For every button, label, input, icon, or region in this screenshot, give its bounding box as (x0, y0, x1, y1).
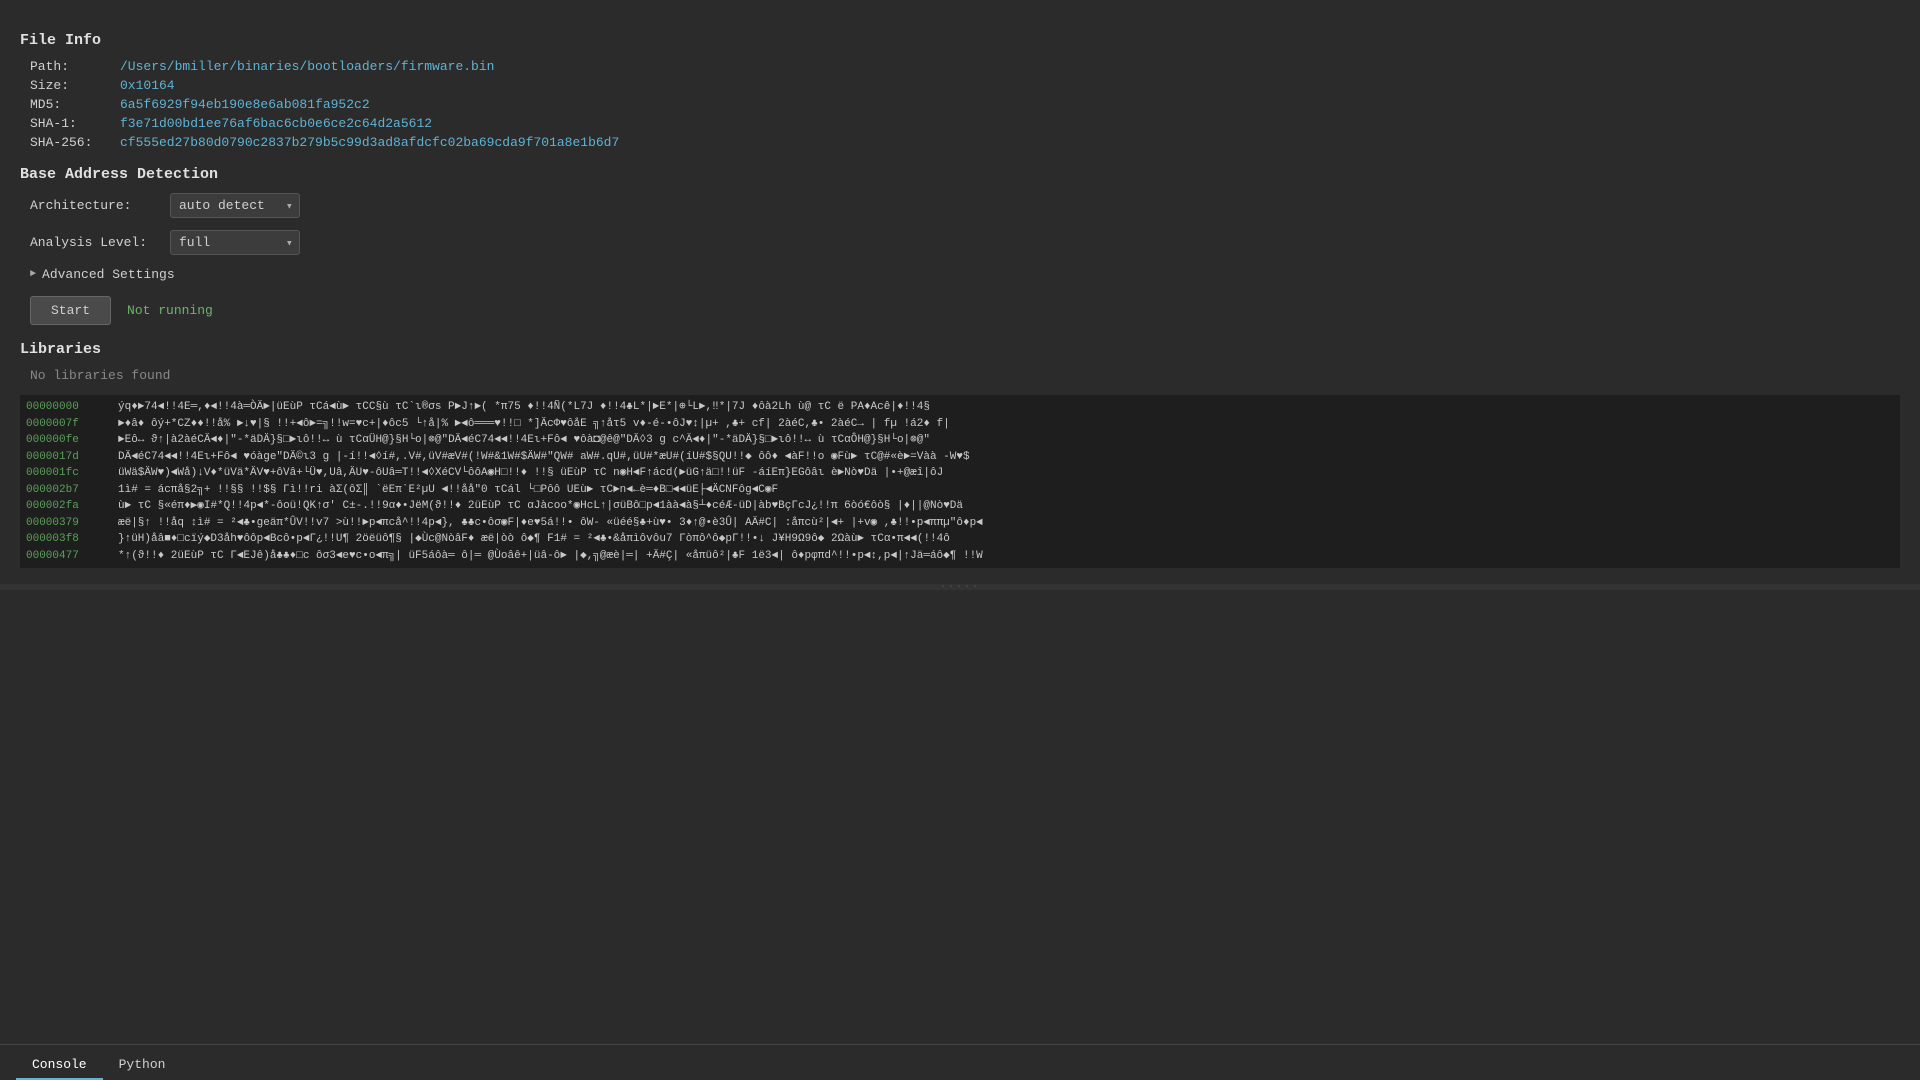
hex-address: 000003f8 (26, 531, 106, 548)
hex-content: DÄ◄éC74◄◄!!4Eι+Fô◄ ♥óàge"DÄ©ι3 g |-í!!◄◊… (118, 449, 970, 466)
size-label: Size: (30, 78, 120, 93)
hex-row: 00000000 ýq♦►74◄!!4E═,♦◄!!4à═ÒÄ►|üEùP τCá… (26, 399, 1894, 416)
path-value: /Users/bmiller/binaries/bootloaders/firm… (120, 59, 494, 74)
bottom-tabs: Console Python (0, 1044, 1920, 1080)
base-address-section: Base Address Detection Architecture: aut… (20, 166, 1900, 325)
hex-content: ýq♦►74◄!!4E═,♦◄!!4à═ÒÄ►|üEùP τCá◄ù► τCC§… (118, 399, 930, 416)
start-button[interactable]: Start (30, 296, 111, 325)
not-running-status: Not running (127, 303, 213, 318)
sha256-row: SHA-256: cf555ed27b80d0790c2837b279b5c99… (30, 135, 1900, 150)
tab-python[interactable]: Python (103, 1051, 182, 1080)
md5-label: MD5: (30, 97, 120, 112)
path-row: Path: /Users/bmiller/binaries/bootloader… (30, 59, 1900, 74)
file-info-title: File Info (20, 32, 1900, 49)
hex-content: üWä$ÄW♥)◄Wå)↓V♦*üVä*ÄV♥+ôVâ+└Ü♥,Uâ,ÄU♥-ô… (118, 465, 943, 482)
hex-address: 00000477 (26, 548, 106, 565)
hex-row: 000000fe ►Eô↔ ϑ↑|à2àéCÄ◄♦|″-*äDÄ}§□►ιô!!↔… (26, 432, 1894, 449)
hex-content: æë|§↑ !!åq ↕ì# = ²◄♣•geäπ*ÛV!!v7 >ù!!►p◄… (118, 515, 983, 532)
tab-console[interactable]: Console (16, 1051, 103, 1080)
size-row: Size: 0x10164 (30, 78, 1900, 93)
hex-content: *↑(ϑ!!♦ 2üEùP τC Γ◄EJê)å♣♣♦□c ôσ3◄e♥c•ο◄… (118, 548, 983, 565)
no-libraries-text: No libraries found (30, 368, 1900, 383)
sha256-value: cf555ed27b80d0790c2837b279b5c99d3ad8afdc… (120, 135, 619, 150)
hex-row: 000002b7 1ì# = ácπå§2╗+ !!§§ !!$§ Γì!!ri … (26, 482, 1894, 499)
hex-row: 0000017d DÄ◄éC74◄◄!!4Eι+Fô◄ ♥óàge"DÄ©ι3 g… (26, 449, 1894, 466)
hex-address: 0000007f (26, 416, 106, 433)
hex-content: }↑üH)åâ■♦□cïý◆D3åh♥ôôp◄Bcô•p◄Γ¿!!U¶ 2öëü… (118, 531, 950, 548)
sha256-label: SHA-256: (30, 135, 120, 150)
hex-address: 000002b7 (26, 482, 106, 499)
path-label: Path: (30, 59, 120, 74)
level-dropdown-wrapper: full basic none (170, 230, 300, 255)
architecture-select[interactable]: auto detect x86 x86_64 ARM ARM64 MIPS (170, 193, 300, 218)
base-address-title: Base Address Detection (20, 166, 1900, 183)
libraries-title: Libraries (20, 341, 1900, 358)
analysis-level-row: Analysis Level: full basic none (30, 230, 1900, 255)
sha1-label: SHA-1: (30, 116, 120, 131)
arch-label: Architecture: (30, 198, 170, 213)
start-row: Start Not running (30, 296, 1900, 325)
hex-address: 000002fa (26, 498, 106, 515)
hex-content: ►Eô↔ ϑ↑|à2àéCÄ◄♦|″-*äDÄ}§□►ιô!!↔ ù τCαÜH… (118, 432, 930, 449)
resize-handle[interactable] (0, 584, 1920, 590)
hex-content: ù► τC §«éπ♦▶◉I#*Q!!4p◄*-ôoü!QK↑σ' C±-.!!… (118, 498, 963, 515)
level-label: Analysis Level: (30, 235, 170, 250)
hex-dump-container: 00000000 ýq♦►74◄!!4E═,♦◄!!4à═ÒÄ►|üEùP τCá… (20, 395, 1900, 568)
analysis-level-select[interactable]: full basic none (170, 230, 300, 255)
hex-address: 00000379 (26, 515, 106, 532)
hex-content: ►♦â♦ ôý+*CZ♦♦!!å% ►↓♥|§ !!+◄ô►=╗!!w=♥c+|… (118, 416, 950, 433)
hex-address: 000001fc (26, 465, 106, 482)
sha1-row: SHA-1: f3e71d00bd1ee76af6bac6cb0e6ce2c64… (30, 116, 1900, 131)
hex-address: 000000fe (26, 432, 106, 449)
size-value: 0x10164 (120, 78, 175, 93)
sha1-value: f3e71d00bd1ee76af6bac6cb0e6ce2c64d2a5612 (120, 116, 432, 131)
hex-row: 000003f8 }↑üH)åâ■♦□cïý◆D3åh♥ôôp◄Bcô•p◄Γ¿!… (26, 531, 1894, 548)
md5-value: 6a5f6929f94eb190e8e6ab081fa952c2 (120, 97, 370, 112)
advanced-settings-label: Advanced Settings (42, 267, 175, 282)
hex-address: 0000017d (26, 449, 106, 466)
hex-row: 00000477 *↑(ϑ!!♦ 2üEùP τC Γ◄EJê)å♣♣♦□c ôσ… (26, 548, 1894, 565)
hex-row: 00000379 æë|§↑ !!åq ↕ì# = ²◄♣•geäπ*ÛV!!v… (26, 515, 1894, 532)
advanced-settings-toggle[interactable]: ► Advanced Settings (30, 267, 1900, 282)
md5-row: MD5: 6a5f6929f94eb190e8e6ab081fa952c2 (30, 97, 1900, 112)
architecture-row: Architecture: auto detect x86 x86_64 ARM… (30, 193, 1900, 218)
hex-row: 0000007f ►♦â♦ ôý+*CZ♦♦!!å% ►↓♥|§ !!+◄ô►=╗… (26, 416, 1894, 433)
arch-dropdown-wrapper: auto detect x86 x86_64 ARM ARM64 MIPS (170, 193, 300, 218)
file-info-table: Path: /Users/bmiller/binaries/bootloader… (30, 59, 1900, 150)
hex-content: 1ì# = ácπå§2╗+ !!§§ !!$§ Γì!!ri àΣ(ôΣ║ `… (118, 482, 778, 499)
hex-row: 000002fa ù► τC §«éπ♦▶◉I#*Q!!4p◄*-ôoü!QK↑σ… (26, 498, 1894, 515)
chevron-right-icon: ► (30, 269, 36, 280)
libraries-section: Libraries No libraries found (20, 341, 1900, 383)
hex-address: 00000000 (26, 399, 106, 416)
hex-row: 000001fc üWä$ÄW♥)◄Wå)↓V♦*üVä*ÄV♥+ôVâ+└Ü♥,… (26, 465, 1894, 482)
main-container: File Info Path: /Users/bmiller/binaries/… (0, 0, 1920, 584)
